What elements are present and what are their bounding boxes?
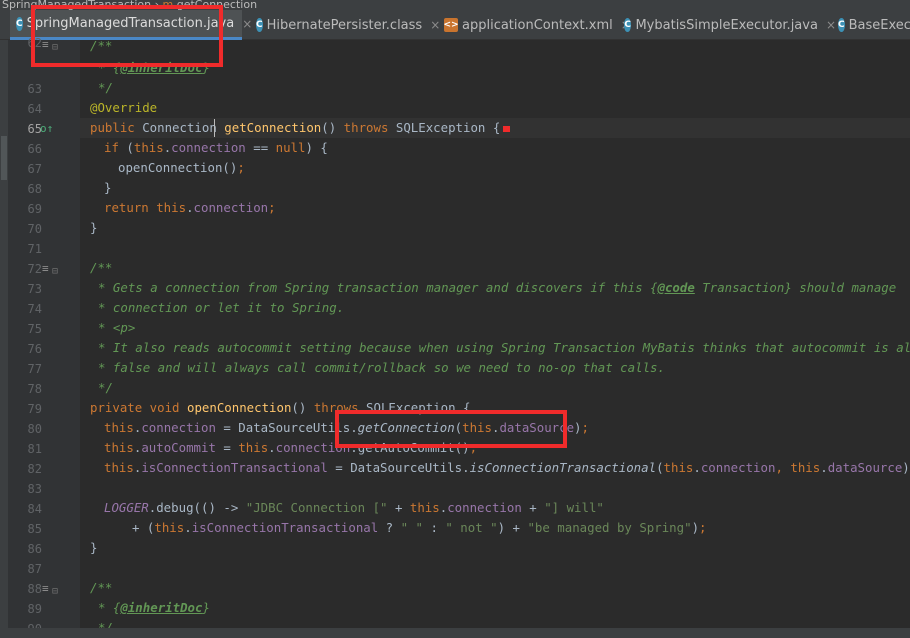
code-line: }: [90, 220, 98, 235]
override-icon[interactable]: o↑: [40, 122, 53, 135]
line-number: 85: [27, 522, 42, 536]
close-icon[interactable]: ×: [242, 17, 252, 31]
line-number: 89: [27, 602, 42, 616]
code-line: }: [104, 180, 112, 195]
class-icon: C: [624, 18, 632, 32]
code-line: * connection or let it to Spring.: [98, 300, 345, 315]
doc-icon[interactable]: ≡: [42, 262, 49, 275]
code-line: if (this.connection == null) {: [104, 140, 328, 155]
line-number: 71: [27, 242, 42, 256]
class-icon: C: [838, 18, 845, 32]
line-number: 63: [27, 82, 42, 96]
line-number: 74: [27, 302, 42, 316]
line-number: 67: [27, 162, 42, 176]
line-number: 81: [27, 442, 42, 456]
line-number: 88: [27, 582, 42, 596]
line-number: 82: [27, 462, 42, 476]
tab-mybatis-simple-executor[interactable]: C MybatisSimpleExecutor.java ×: [620, 10, 836, 40]
code-line: * Gets a connection from Spring transact…: [98, 280, 897, 295]
code-line: this.isConnectionTransactional = DataSou…: [104, 460, 910, 475]
line-number: 68: [27, 182, 42, 196]
tab-label: HibernatePersister.class: [266, 17, 423, 33]
tool-window-handle[interactable]: [1, 136, 7, 180]
code-line: /**: [90, 260, 113, 275]
code-line: * It also reads autocommit setting becau…: [98, 340, 910, 355]
tab-base-executor[interactable]: C BaseExecu: [834, 10, 910, 40]
line-number: 64: [27, 102, 42, 116]
line-number: 84: [27, 502, 42, 516]
code-line: * <p>: [98, 320, 136, 335]
line-number: 78: [27, 382, 42, 396]
code-line: openConnection();: [118, 160, 245, 175]
code-line: }: [90, 540, 98, 555]
line-number: 70: [27, 222, 42, 236]
code-line: * {@inheritDoc}: [98, 600, 210, 615]
line-number: 77: [27, 362, 42, 376]
highlight-marker: [503, 126, 510, 132]
code-line: public Connection getConnection() throws…: [90, 120, 501, 135]
code-line: @Override: [90, 100, 158, 115]
code-line: return this.connection;: [104, 200, 276, 215]
tab-label: BaseExecu: [848, 17, 910, 33]
line-number-gutter[interactable]: 62 63 64 65 66 67 68 69 70 71 72 73 74 7…: [8, 36, 80, 638]
line-number-current: 65: [27, 122, 42, 136]
status-bar: [0, 628, 910, 638]
tab-label: applicationContext.xml: [462, 17, 613, 33]
tool-window-strip[interactable]: [0, 40, 8, 638]
tab-application-context[interactable]: <> applicationContext.xml ×: [440, 10, 630, 40]
code-line: */: [98, 380, 113, 395]
code-editor[interactable]: /** * {@inheritDoc} */ @Override public …: [80, 40, 910, 638]
tab-label: MybatisSimpleExecutor.java: [635, 17, 818, 33]
tab-hibernate-persister[interactable]: C HibernatePersister.class ×: [252, 10, 440, 40]
fold-icon[interactable]: ⊟: [52, 266, 58, 277]
line-number: 83: [27, 482, 42, 496]
highlight-box-getconnection: [335, 410, 567, 448]
code-line: + (this.isConnectionTransactional ? " " …: [132, 520, 707, 535]
highlight-box-tab: [31, 5, 223, 67]
code-line: /**: [90, 580, 113, 595]
line-number: 72: [27, 262, 42, 276]
xml-icon: <>: [443, 18, 459, 32]
class-icon: C: [256, 18, 263, 32]
line-number: 79: [27, 402, 42, 416]
fold-icon[interactable]: ⊟: [52, 586, 58, 597]
line-number: 69: [27, 202, 42, 216]
line-number: 86: [27, 542, 42, 556]
doc-icon[interactable]: ≡: [42, 582, 49, 595]
close-icon[interactable]: ×: [430, 18, 440, 32]
line-number: 80: [27, 422, 42, 436]
code-line: * false and will always call commit/roll…: [98, 360, 665, 375]
line-number: 73: [27, 282, 42, 296]
line-number: 76: [27, 342, 42, 356]
line-number: 66: [27, 142, 42, 156]
class-icon: C: [16, 16, 23, 31]
code-line: */: [98, 80, 113, 95]
line-number: 75: [27, 322, 42, 336]
text-caret: [214, 119, 215, 137]
line-number: 87: [27, 562, 42, 576]
code-line: LOGGER.debug(() -> "JDBC Connection [" +…: [104, 500, 604, 515]
